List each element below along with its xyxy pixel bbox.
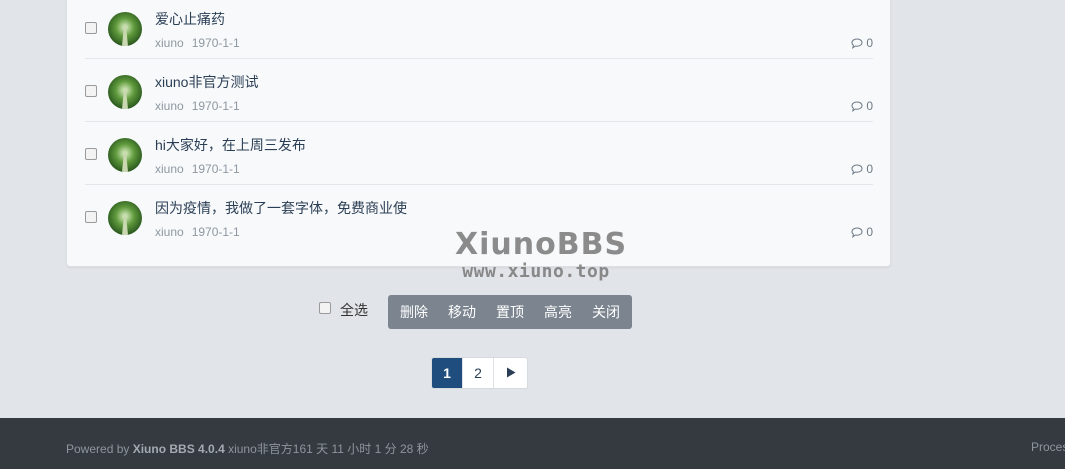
thread-date: 1970-1-1	[191, 225, 240, 239]
thread-list-card: 爱心止痛药 xiuno 1970-1-1 0 xiuno非官方测试 xiuno 19…	[66, 0, 891, 267]
reply-count: 0	[851, 36, 873, 50]
thread-title[interactable]: 因为疫情，我做了一套字体，免费商业使	[155, 198, 407, 218]
thread-title[interactable]: hi大家好，在上周三发布	[155, 135, 306, 155]
batch-button-group: 删除 移动 置顶 高亮 关闭	[388, 295, 632, 329]
powered-prefix: Powered by	[66, 442, 130, 456]
reply-count-value: 0	[866, 162, 873, 176]
thread-checkbox[interactable]	[85, 148, 97, 160]
thread-row[interactable]: 因为疫情，我做了一套字体，免费商业使 xiuno 1970-1-1 0	[85, 185, 873, 248]
reply-count-value: 0	[866, 99, 873, 113]
reply-count: 0	[851, 225, 873, 239]
next-arrow-icon	[506, 367, 515, 378]
thread-date: 1970-1-1	[191, 162, 240, 176]
avatar[interactable]	[108, 12, 142, 46]
footer: Powered by Xiuno BBS 4.0.4 xiuno非官方161 天…	[0, 418, 1065, 469]
thread-date: 1970-1-1	[191, 99, 240, 113]
thread-meta: xiuno 1970-1-1	[155, 99, 240, 113]
thread-author[interactable]: xiuno	[155, 99, 184, 113]
reply-count: 0	[851, 162, 873, 176]
thread-author[interactable]: xiuno	[155, 162, 184, 176]
comment-icon	[851, 37, 863, 49]
product-version[interactable]: Xiuno BBS 4.0.4	[133, 442, 225, 456]
thread-checkbox[interactable]	[85, 211, 97, 223]
thread-meta: xiuno 1970-1-1	[155, 36, 240, 50]
close-thread-button[interactable]: 关闭	[582, 295, 630, 329]
thread-checkbox[interactable]	[85, 85, 97, 97]
page-2-link[interactable]: 2	[463, 358, 494, 388]
page-1-link[interactable]: 1	[432, 358, 463, 388]
uptime-text: xiuno非官方161 天 11 小时 1 分 28 秒	[228, 442, 429, 456]
delete-button[interactable]: 删除	[390, 295, 438, 329]
thread-author[interactable]: xiuno	[155, 36, 184, 50]
thread-meta: xiuno 1970-1-1	[155, 225, 240, 239]
thread-row[interactable]: 爱心止痛药 xiuno 1970-1-1 0	[85, 0, 873, 59]
thread-title[interactable]: xiuno非官方测试	[155, 72, 258, 92]
select-all[interactable]: 全选	[319, 300, 368, 320]
select-all-checkbox[interactable]	[319, 302, 331, 314]
comment-icon	[851, 163, 863, 175]
reply-count-value: 0	[866, 225, 873, 239]
batch-actions: 全选 删除 移动 置顶 高亮 关闭	[319, 295, 632, 329]
highlight-button[interactable]: 高亮	[534, 295, 582, 329]
thread-checkbox[interactable]	[85, 22, 97, 34]
avatar[interactable]	[108, 138, 142, 172]
move-button[interactable]: 移动	[438, 295, 486, 329]
next-page-button[interactable]	[494, 358, 527, 388]
footer-powered-by: Powered by Xiuno BBS 4.0.4 xiuno非官方161 天…	[66, 440, 429, 457]
reply-count-value: 0	[866, 36, 873, 50]
comment-icon	[851, 100, 863, 112]
thread-meta: xiuno 1970-1-1	[155, 162, 240, 176]
avatar[interactable]	[108, 75, 142, 109]
thread-row[interactable]: hi大家好，在上周三发布 xiuno 1970-1-1 0	[85, 122, 873, 185]
pagination: 1 2	[431, 357, 528, 389]
thread-row[interactable]: xiuno非官方测试 xiuno 1970-1-1 0	[85, 59, 873, 122]
pin-top-button[interactable]: 置顶	[486, 295, 534, 329]
comment-icon	[851, 226, 863, 238]
reply-count: 0	[851, 99, 873, 113]
thread-date: 1970-1-1	[191, 36, 240, 50]
processing-info: Proces	[1031, 440, 1065, 454]
avatar[interactable]	[108, 201, 142, 235]
select-all-label[interactable]: 全选	[340, 300, 368, 320]
thread-title[interactable]: 爱心止痛药	[155, 9, 225, 29]
thread-author[interactable]: xiuno	[155, 225, 184, 239]
